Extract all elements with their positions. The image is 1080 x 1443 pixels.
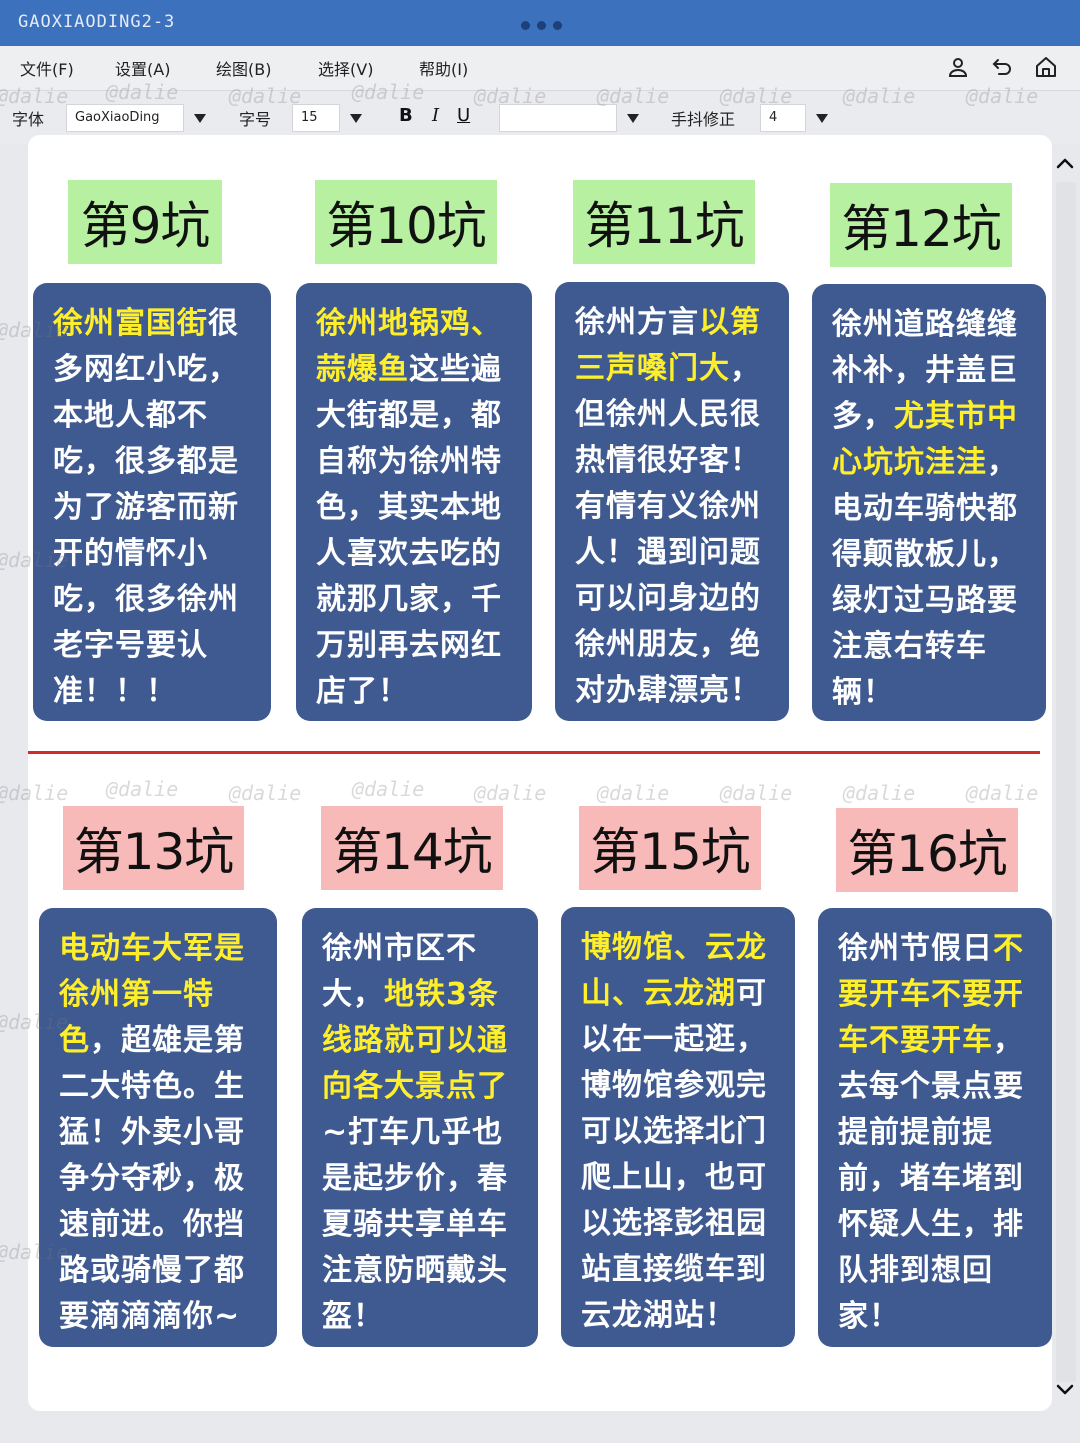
shake-correction-select[interactable]: 4: [760, 104, 806, 132]
scrollbar-thumb[interactable]: [1056, 182, 1076, 1382]
body-text: 徐州节假日: [838, 931, 993, 966]
window-dots-icon[interactable]: [521, 21, 562, 30]
title-bar: GAOXIAODING2-3: [0, 0, 1080, 46]
menu-settings[interactable]: 设置(A): [115, 56, 170, 80]
menu-help[interactable]: 帮助(I): [419, 56, 468, 80]
pit-text: 徐州富国街很多网红小吃，本地人都不吃，很多都是为了游客而新开的情怀小吃，很多徐州…: [53, 301, 259, 715]
pit-title: 第16坑: [836, 808, 1018, 892]
pit-text: 徐州市区不大，地铁3条线路就可以通向各大景点了~打车几乎也是起步价，春夏骑共享单…: [322, 926, 526, 1340]
italic-button[interactable]: I: [432, 105, 439, 126]
pit-card: 徐州地锅鸡、蒜爆鱼这些遍大街都是，都自称为徐州特色，其实本地人喜欢去吃的就那几家…: [296, 283, 532, 721]
font-dropdown-icon[interactable]: [187, 104, 213, 132]
pit-text: 徐州地锅鸡、蒜爆鱼这些遍大街都是，都自称为徐州特色，其实本地人喜欢去吃的就那几家…: [316, 301, 520, 715]
pit-title: 第9坑: [68, 180, 222, 264]
menu-select[interactable]: 选择(V): [318, 56, 373, 80]
pit-text: 徐州节假日不要开车不要开车不要开车，去每个景点要提前提前提前，堵车堵到怀疑人生，…: [838, 926, 1040, 1340]
undo-icon[interactable]: [990, 55, 1014, 79]
bold-button[interactable]: B: [399, 105, 413, 126]
window-title: GAOXIAODING2-3: [18, 12, 176, 32]
size-dropdown-icon[interactable]: [343, 104, 369, 132]
pit-card: 徐州方言以第三声嗓门大，但徐州人民很热情很好客！有情有义徐州人！遇到问题可以问身…: [555, 282, 789, 721]
user-icon[interactable]: [946, 55, 970, 79]
pit-text: 博物馆、云龙山、云龙湖可以在一起逛，博物馆参观完可以选择北门爬上山，也可以选择彭…: [581, 925, 783, 1339]
body-text: 这些遍大街都是，都自称为徐州特色，其实本地人喜欢去吃的就那几家，千万别再去网红店…: [316, 352, 502, 709]
color-select[interactable]: [499, 104, 617, 132]
pit-text: 电动车大军是徐州第一特色，超雄是第二大特色。生猛！外卖小哥争分夺秒，极速前进。你…: [59, 926, 265, 1340]
pit-title: 第14坑: [321, 806, 503, 890]
body-text: ，超雄是第二大特色。生猛！外卖小哥争分夺秒，极速前进。你挡路或骑慢了都要滴滴滴你…: [59, 1023, 245, 1334]
shake-dropdown-icon[interactable]: [809, 104, 835, 132]
pit-title: 第13坑: [63, 806, 244, 890]
menu-bar: 文件(F) 设置(A) 绘图(B) 选择(V) 帮助(I): [0, 46, 1080, 91]
color-dropdown-icon[interactable]: [620, 104, 646, 132]
size-label: 字号: [239, 110, 272, 129]
pit-title: 第10坑: [315, 180, 497, 264]
underline-button[interactable]: U: [457, 105, 470, 126]
pit-text: 徐州道路缝缝补补，井盖巨多，尤其市中心坑坑洼洼，电动车骑快都得颠散板儿，绿灯过马…: [832, 302, 1034, 716]
pit-title: 第12坑: [830, 183, 1012, 267]
body-text: ，但徐州人民很热情很好客！有情有义徐州人！遇到问题可以问身边的徐州朋友，绝对办肆…: [575, 351, 761, 708]
size-select[interactable]: 15: [292, 104, 340, 132]
font-select[interactable]: GaoXiaoDing: [66, 104, 184, 132]
menu-file[interactable]: 文件(F): [20, 56, 74, 80]
shake-correction-label: 手抖修正: [671, 110, 736, 129]
pit-title: 第11坑: [573, 180, 755, 264]
body-text: ，电动车骑快都得颠散板儿，绿灯过马路要注意右转车辆！: [832, 445, 1018, 710]
pit-card: 徐州富国街很多网红小吃，本地人都不吃，很多都是为了游客而新开的情怀小吃，很多徐州…: [33, 283, 271, 721]
pit-card: 徐州道路缝缝补补，井盖巨多，尤其市中心坑坑洼洼，电动车骑快都得颠散板儿，绿灯过马…: [812, 284, 1046, 721]
pit-title: 第15坑: [579, 806, 761, 890]
pit-card: 电动车大军是徐州第一特色，超雄是第二大特色。生猛！外卖小哥争分夺秒，极速前进。你…: [39, 908, 277, 1347]
scroll-down-icon[interactable]: [1052, 1377, 1078, 1403]
section-divider: [28, 751, 1040, 754]
body-text: ~打车几乎也是起步价，春夏骑共享单车注意防晒戴头盔！: [322, 1115, 508, 1334]
highlight-text: 徐州富国街: [53, 306, 208, 341]
body-text: ，去每个景点要提前提前提前，堵车堵到怀疑人生，排队排到想回家！: [838, 1023, 1024, 1334]
menu-draw[interactable]: 绘图(B): [216, 56, 271, 80]
pit-card: 徐州节假日不要开车不要开车不要开车，去每个景点要提前提前提前，堵车堵到怀疑人生，…: [818, 908, 1052, 1347]
scroll-up-icon[interactable]: [1052, 150, 1078, 176]
body-text: 很多网红小吃，本地人都不吃，很多都是为了游客而新开的情怀小吃，很多徐州老字号要认…: [53, 306, 239, 709]
pit-card: 博物馆、云龙山、云龙湖可以在一起逛，博物馆参观完可以选择北门爬上山，也可以选择彭…: [561, 907, 795, 1347]
body-text: 可以在一起逛，博物馆参观完可以选择北门爬上山，也可以选择彭祖园站直接缆车到云龙湖…: [581, 976, 767, 1333]
font-label: 字体: [12, 110, 45, 129]
home-icon[interactable]: [1034, 55, 1058, 79]
pit-card: 徐州市区不大，地铁3条线路就可以通向各大景点了~打车几乎也是起步价，春夏骑共享单…: [302, 908, 538, 1347]
pit-text: 徐州方言以第三声嗓门大，但徐州人民很热情很好客！有情有义徐州人！遇到问题可以问身…: [575, 300, 777, 714]
body-text: 徐州方言: [575, 305, 699, 340]
